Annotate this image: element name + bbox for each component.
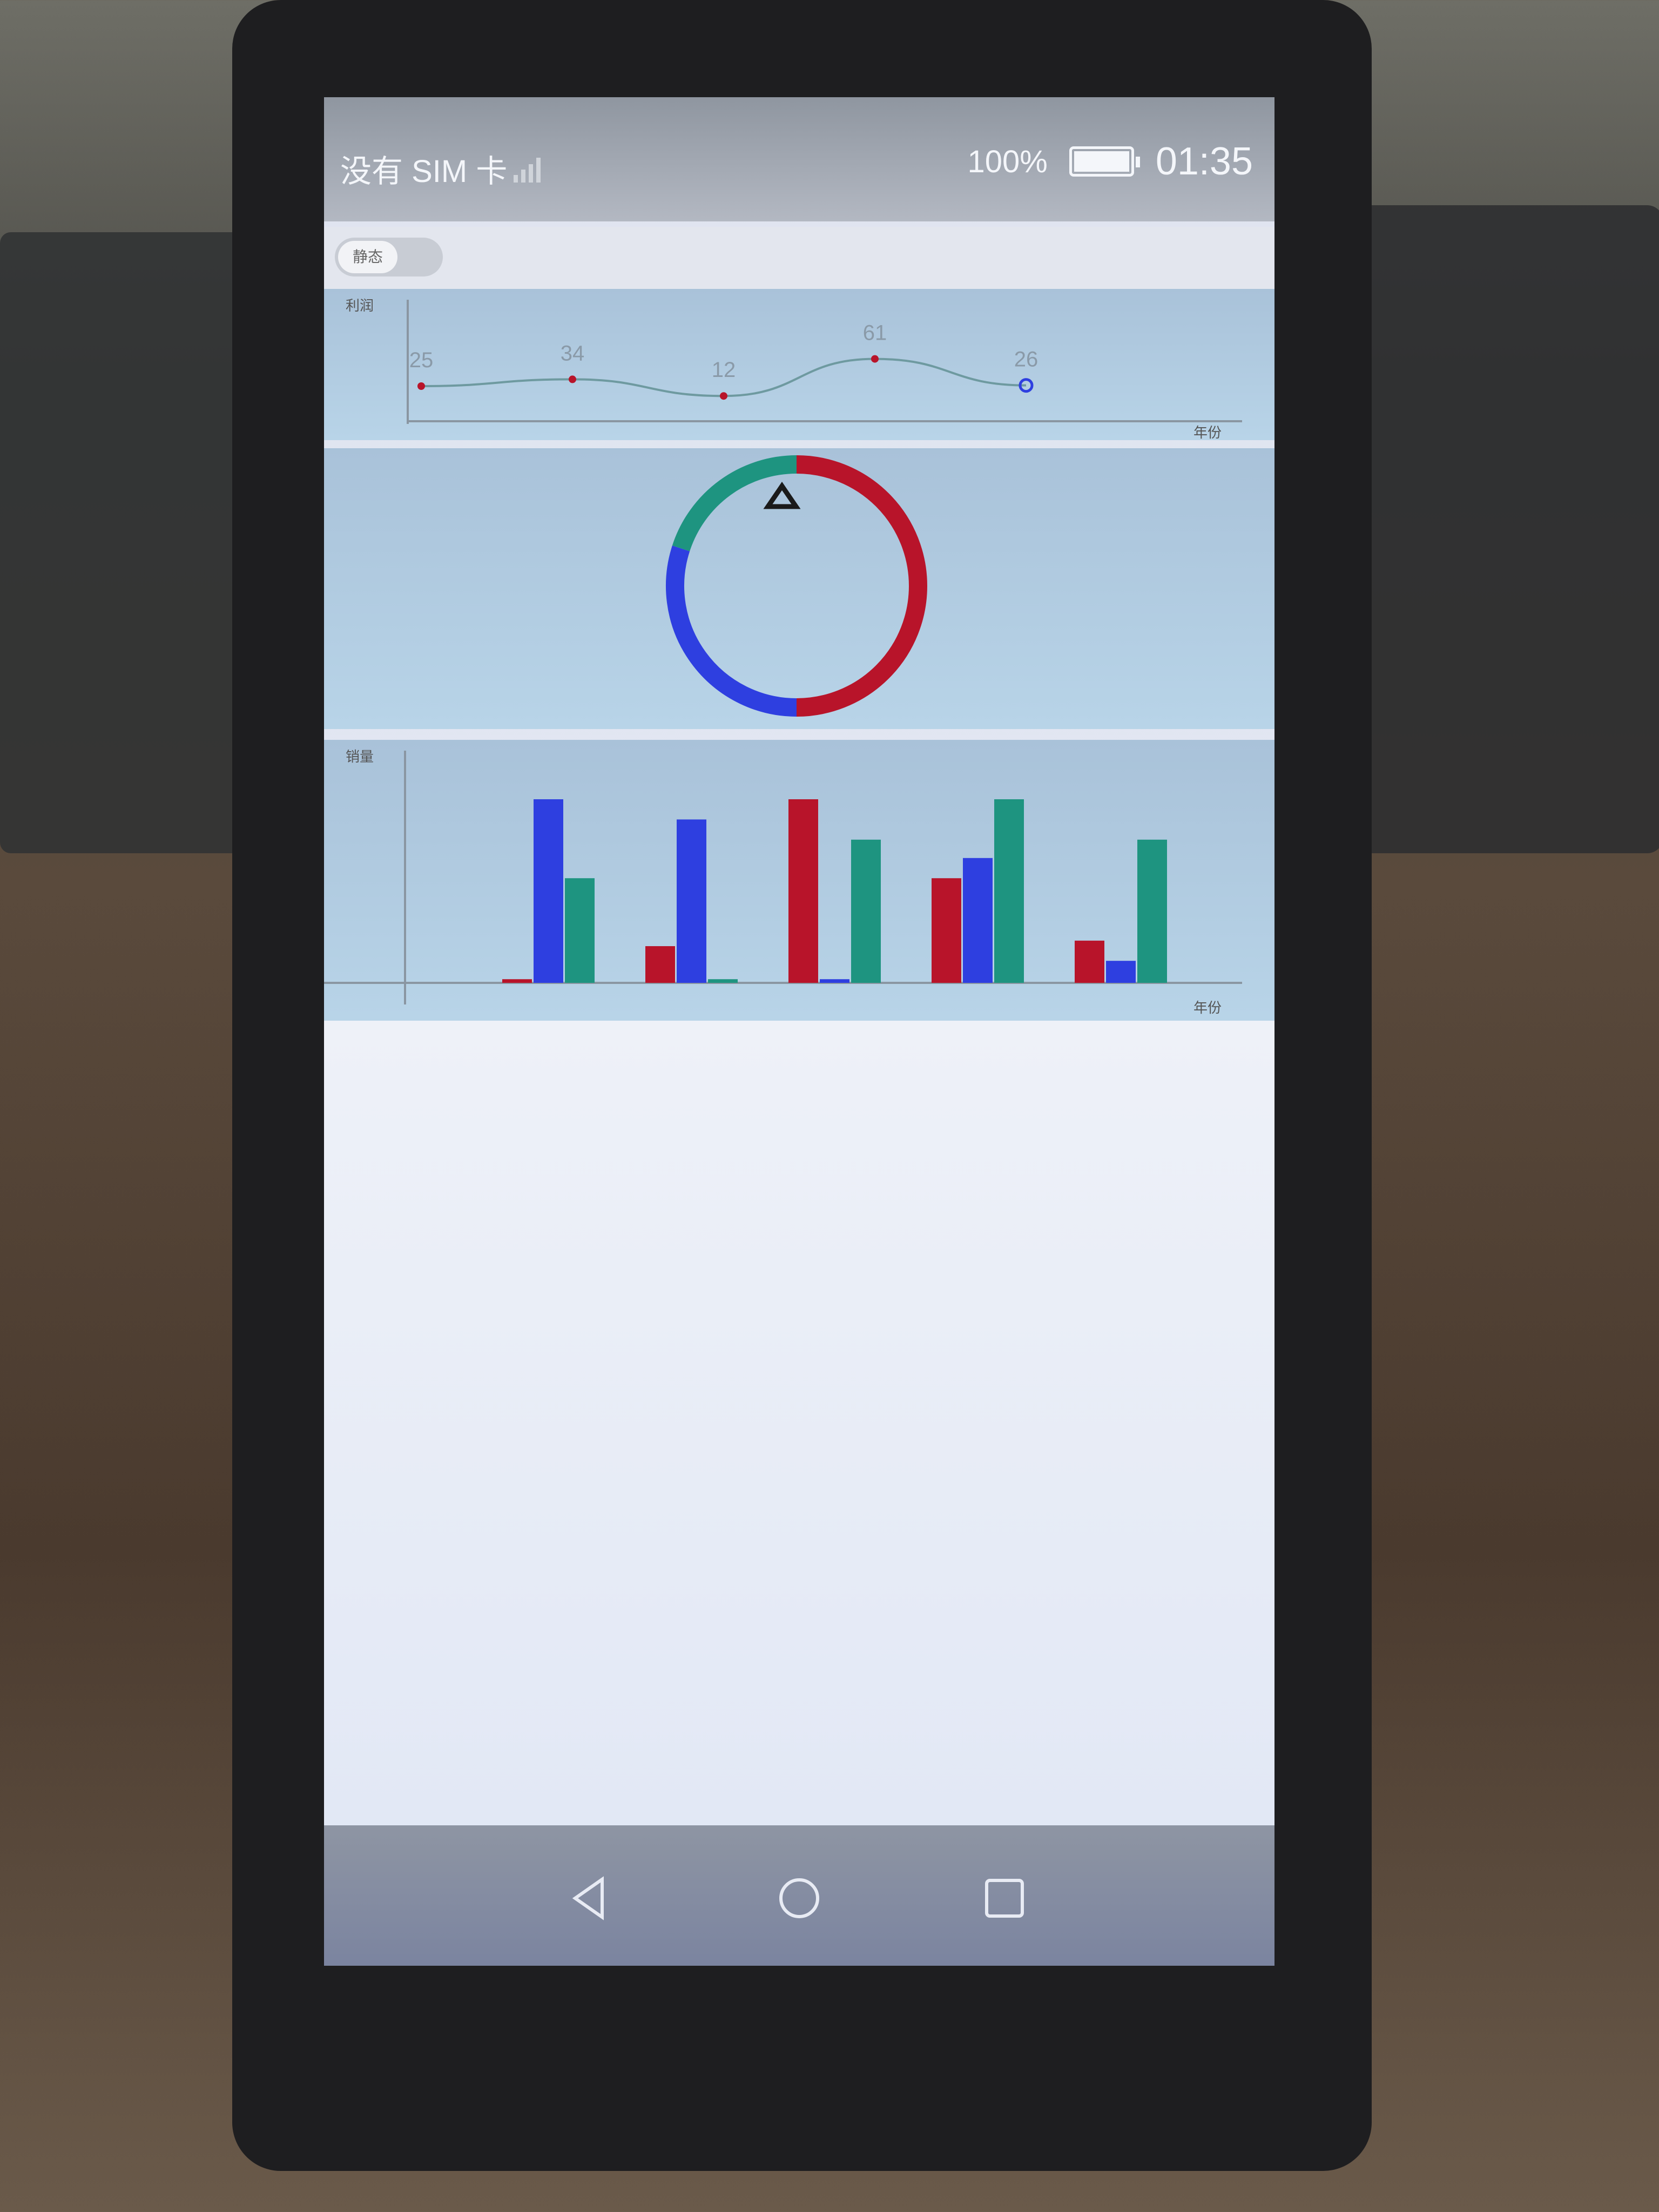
- bar: [677, 819, 706, 983]
- battery-icon: [1069, 146, 1140, 177]
- bar-chart: 销量 年份: [324, 748, 1242, 1016]
- bar-chart-marks: [502, 799, 1167, 983]
- bar: [851, 839, 881, 983]
- donut-chart: [666, 455, 927, 717]
- line-data-label: 34: [561, 341, 585, 365]
- static-toggle[interactable]: 静态: [335, 238, 443, 276]
- home-icon[interactable]: [775, 1874, 824, 1923]
- line-chart-marks: 25 34 12 61 26: [409, 321, 1038, 400]
- bar-chart-ylabel: 销量: [346, 748, 374, 765]
- donut-chart-panel: [324, 448, 1274, 729]
- line-chart: 利润 年份 25 34 12 61 26: [346, 298, 1242, 441]
- donut-slice: [666, 545, 797, 717]
- donut-slice: [796, 455, 927, 717]
- line-point: [720, 392, 727, 400]
- toggle-row: 静态: [324, 227, 1274, 292]
- bar-chart-xlabel: 年份: [1193, 1000, 1222, 1016]
- bar: [534, 799, 563, 983]
- line-chart-ylabel: 利润: [346, 298, 374, 314]
- donut-chart-marks: [666, 455, 927, 717]
- bar: [502, 979, 532, 983]
- status-right-group: 100% 01:35: [967, 139, 1253, 184]
- bar: [788, 799, 818, 983]
- back-icon[interactable]: [564, 1874, 613, 1923]
- bar: [963, 858, 993, 983]
- status-bar: 没有 SIM 卡 100% 01:35: [324, 97, 1274, 221]
- carrier-group: 没有 SIM 卡: [340, 146, 541, 191]
- bar: [1106, 961, 1136, 983]
- line-data-label: 61: [863, 321, 887, 345]
- empty-content-area: [324, 1021, 1274, 1831]
- line-point: [871, 355, 879, 363]
- navigation-bar: [324, 1825, 1274, 1966]
- clock: 01:35: [1155, 140, 1253, 183]
- bar: [994, 799, 1024, 983]
- line-data-label: 12: [712, 358, 736, 382]
- recents-icon[interactable]: [980, 1874, 1029, 1923]
- bar: [1075, 940, 1104, 983]
- line-chart-xlabel: 年份: [1193, 424, 1222, 440]
- keyboard-background: [1339, 205, 1659, 853]
- bar: [565, 878, 595, 983]
- line-point: [569, 375, 576, 383]
- bar: [645, 946, 675, 983]
- carrier-label: 没有 SIM 卡: [340, 154, 508, 189]
- pointer-triangle-icon: [763, 482, 801, 509]
- line-data-label: 26: [1014, 348, 1038, 372]
- line-chart-panel: 利润 年份 25 34 12 61 26: [324, 289, 1274, 441]
- signal-icon: [514, 154, 541, 183]
- phone-screen: 没有 SIM 卡 100% 01:35 静态 利润 年份 25 34 12 61 26: [324, 97, 1274, 1966]
- battery-percent: 100%: [967, 144, 1048, 179]
- bar-chart-panel: 销量 年份: [324, 740, 1274, 1021]
- toggle-label: 静态: [338, 241, 397, 273]
- line-point: [417, 382, 425, 390]
- bar: [820, 979, 849, 983]
- line-data-label: 25: [409, 348, 434, 372]
- bar: [708, 979, 738, 983]
- bar: [1137, 839, 1167, 983]
- bar: [932, 878, 961, 983]
